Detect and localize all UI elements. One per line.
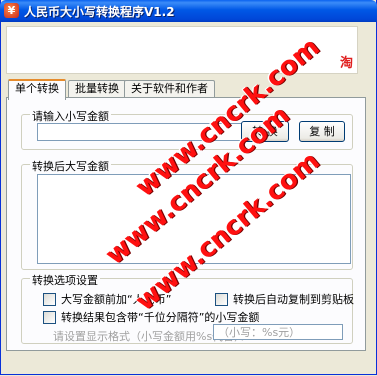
options-group-label: 转换选项设置	[30, 272, 100, 288]
checkbox-box[interactable]	[215, 292, 228, 306]
taobao-logo[interactable]: 淘	[340, 52, 353, 71]
window-title: 人民币大小写转换程序V1.2	[24, 5, 175, 19]
checkbox-box[interactable]	[43, 310, 56, 324]
result-textarea[interactable]	[37, 174, 351, 264]
input-group-label: 请输入小写金额	[30, 108, 111, 124]
auto-copy-checkbox[interactable]: 转换后自动复制到剪贴板	[215, 291, 354, 307]
checkbox-box[interactable]	[43, 292, 56, 306]
add-rmb-checkbox[interactable]: 大写金额前加“人民币”	[43, 291, 171, 307]
tab-about[interactable]: 关于软件和作者	[124, 80, 215, 97]
app-icon: ¥	[4, 3, 19, 18]
format-input[interactable]: （小写：%s元）	[213, 324, 343, 340]
include-thousands-label: 转换结果包含带“千位分隔符”的小写金额	[61, 311, 260, 324]
output-group-label: 转换后大写金额	[30, 158, 111, 174]
include-thousands-checkbox[interactable]: 转换结果包含带“千位分隔符”的小写金额	[43, 309, 259, 325]
title-bar[interactable]: ¥ 人民币大小写转换程序V1.2	[0, 0, 377, 22]
auto-copy-label: 转换后自动复制到剪贴板	[233, 293, 354, 306]
amount-input[interactable]	[37, 123, 245, 141]
tab-single-convert[interactable]: 单个转换	[8, 79, 66, 100]
tab-panel: 请输入小写金额 转 换 复 制 转换后大写金额 转换选项设置 大写金额前加“人民…	[6, 97, 366, 351]
banner-area: 淘	[6, 26, 358, 74]
copy-button[interactable]: 复 制	[299, 121, 345, 142]
add-rmb-label: 大写金额前加“人民币”	[61, 293, 172, 306]
tab-batch-convert[interactable]: 批量转换	[68, 80, 126, 97]
convert-button[interactable]: 转 换	[241, 121, 289, 142]
